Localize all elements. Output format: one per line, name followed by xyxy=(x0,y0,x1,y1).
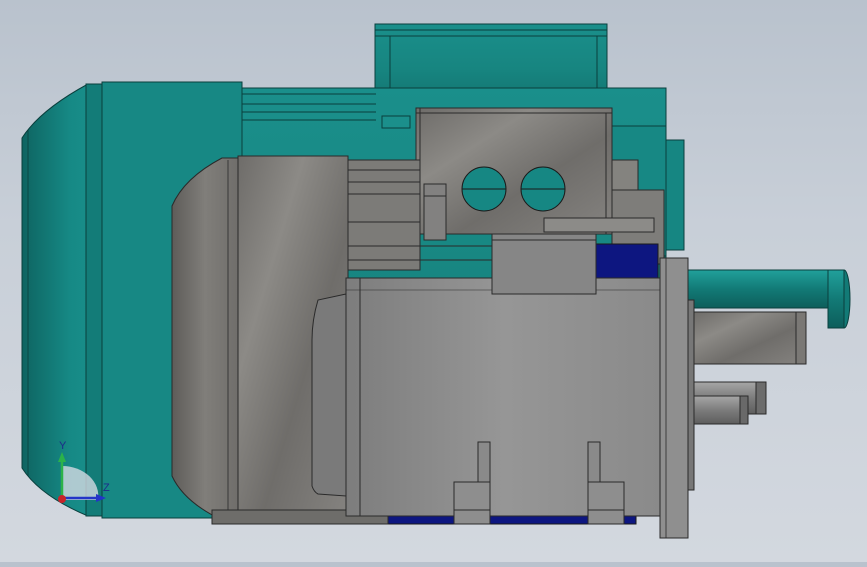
grey-flange xyxy=(659,257,689,539)
teal-shaft xyxy=(683,269,845,309)
grey-motor-body xyxy=(345,277,663,517)
motor-model[interactable] xyxy=(0,0,867,562)
z-axis-arrow-icon xyxy=(96,494,106,502)
triad-origin-icon xyxy=(58,495,66,503)
grey-terminal-box xyxy=(491,233,597,295)
z-axis-label: Z xyxy=(103,482,110,494)
grey-end-bell xyxy=(311,293,347,497)
navy-band-upper xyxy=(595,243,659,281)
coordinate-triad: Y Z xyxy=(48,438,118,510)
stone-shaft xyxy=(693,311,807,365)
grey-motor[interactable] xyxy=(171,107,807,539)
y-axis-label: Y xyxy=(59,440,67,452)
y-axis-arrow-icon xyxy=(58,452,66,462)
3d-viewport[interactable]: Y Z xyxy=(0,0,867,562)
